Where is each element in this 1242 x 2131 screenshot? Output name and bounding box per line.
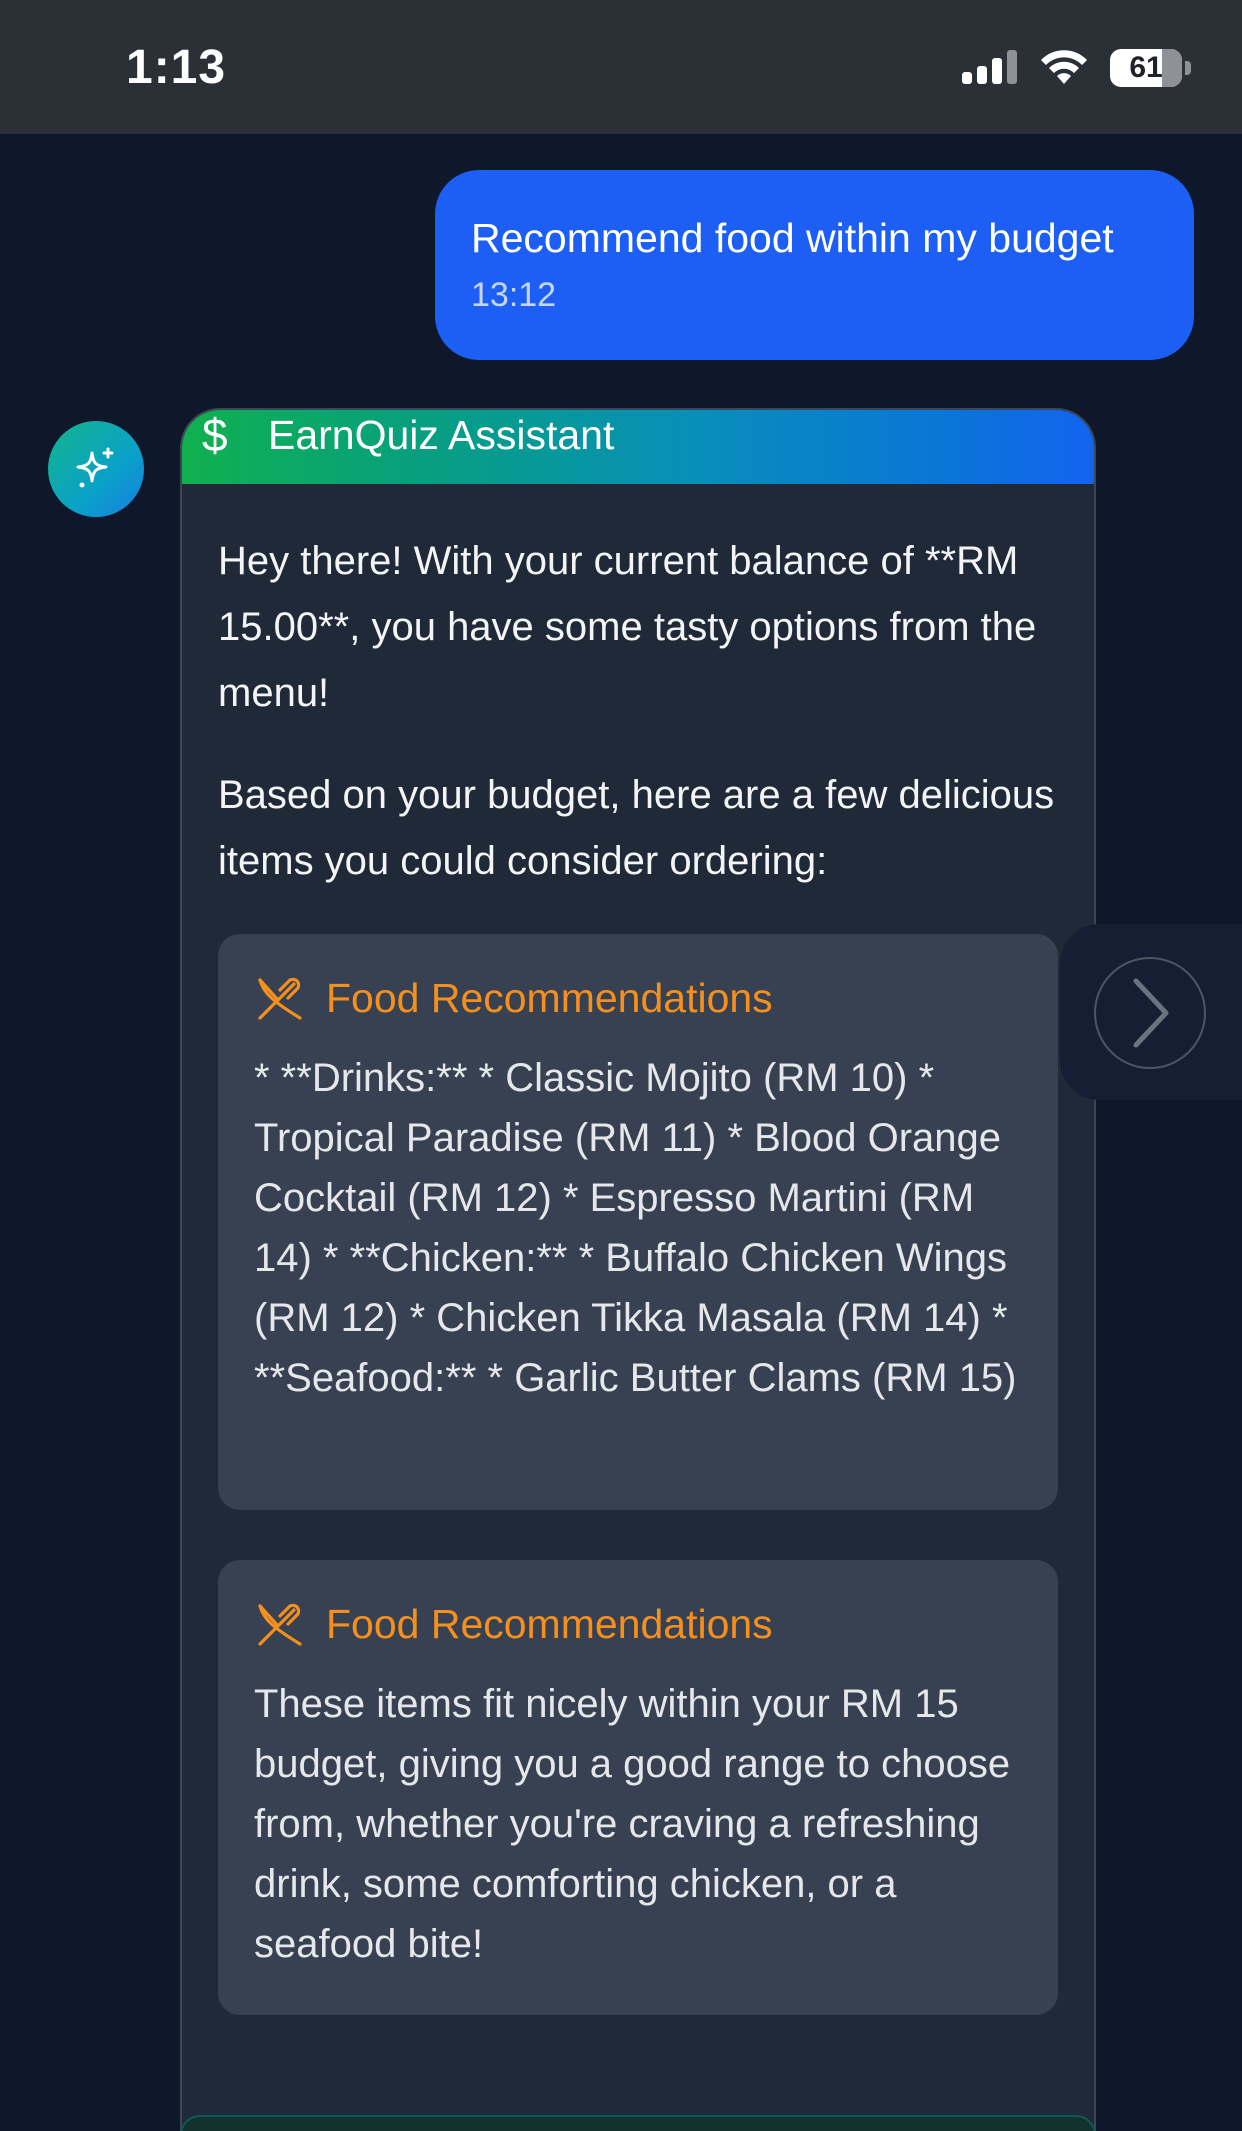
next-button[interactable] (1094, 957, 1206, 1069)
next-card-edge (180, 2115, 1096, 2131)
utensils-crossed-icon (258, 1603, 302, 1646)
recommendation-text: These items fit nicely within your RM 15… (254, 1682, 1011, 1966)
recommendation-box: Food Recommendations * **Drinks:** * Cla… (218, 934, 1058, 1510)
user-message-time: 13:12 (471, 276, 557, 314)
assistant-paragraph: Hey there! With your current balance of … (218, 539, 1037, 715)
recommendation-header: Food Recommendations (254, 972, 1022, 1024)
status-bar: 1:13 61 (0, 0, 1242, 134)
assistant-paragraph: Based on your budget, here are a few del… (218, 773, 1055, 883)
assistant-avatar (48, 421, 144, 517)
status-time: 1:13 (126, 41, 227, 94)
assistant-card-body: Hey there! With your current balance of … (182, 484, 1094, 2015)
recommendation-title: Food Recommendations (326, 1600, 773, 1647)
recommendation-box: Food Recommendations These items fit nic… (218, 1560, 1058, 2015)
assistant-name: EarnQuiz Assistant (268, 412, 615, 458)
recommendation-text: * **Drinks:** * Classic Mojito (RM 10) *… (254, 1056, 1017, 1400)
user-message-text: Recommend food within my budget (471, 215, 1114, 261)
battery-level: 61 (1129, 51, 1163, 84)
status-icons: 61 (962, 46, 1191, 90)
recommendation-title: Food Recommendations (326, 974, 773, 1021)
wifi-icon (1041, 50, 1087, 84)
assistant-message-card: $ EarnQuiz Assistant Hey there! With you… (180, 408, 1096, 2131)
sparkles-icon (76, 447, 114, 488)
user-message-bubble[interactable]: Recommend food within my budget 13:12 (435, 170, 1194, 360)
signal-icon (962, 48, 1018, 88)
assistant-card-header: $ EarnQuiz Assistant (182, 410, 1094, 484)
dollar-icon: $ (202, 409, 228, 461)
utensils-crossed-icon (258, 977, 302, 1020)
chevron-right-icon (1133, 978, 1169, 1048)
battery-icon: 61 (1110, 49, 1191, 87)
recommendation-header: Food Recommendations (254, 1598, 1022, 1650)
